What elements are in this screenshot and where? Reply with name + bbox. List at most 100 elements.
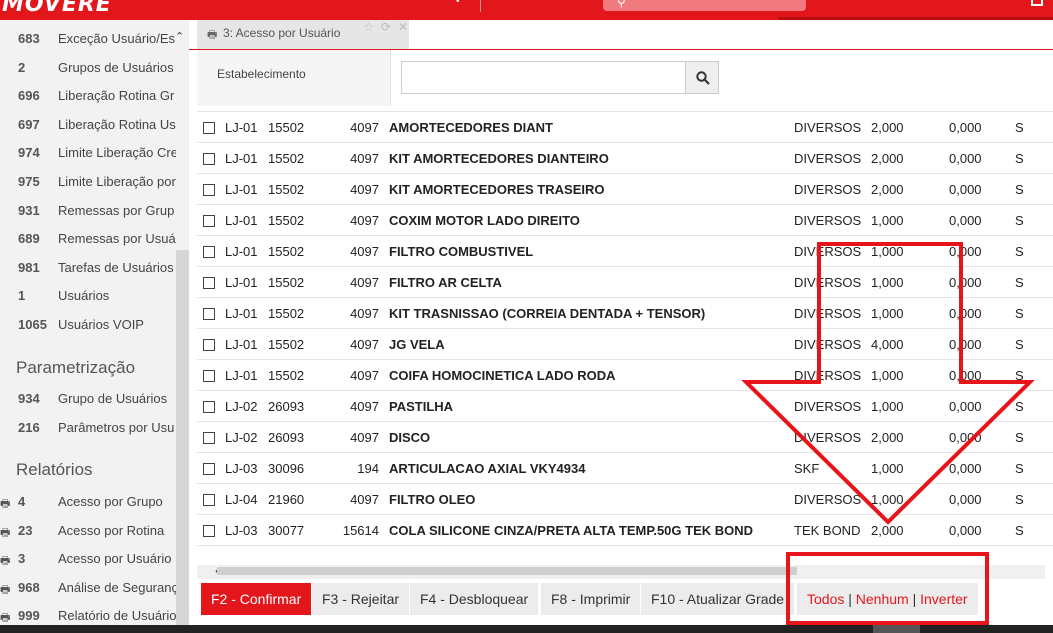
row-store: LJ-03 xyxy=(225,461,258,476)
row-code: 30077 xyxy=(268,523,305,538)
row-group: DIVERSOS xyxy=(794,430,862,445)
sidebar-item-label: Liberação Rotina Gr xyxy=(58,88,175,103)
print-icon: 🖶 xyxy=(0,498,11,510)
row-quantity-2: 0,000 xyxy=(949,120,982,135)
row-code: 15502 xyxy=(268,368,305,383)
table-row[interactable]: LJ-01 15502 4097 KIT TRASNISSAO (CORREIA DE… xyxy=(197,298,1053,329)
row-store: LJ-01 xyxy=(225,244,258,259)
sidebar-item[interactable]: 🖶 4 Acesso por Grupo xyxy=(0,494,176,522)
row-checkbox[interactable] xyxy=(203,494,215,506)
row-status: S xyxy=(1015,213,1024,228)
table-row[interactable]: LJ-01 15502 4097 FILTRO COMBUSTIVEL DIVERSOS… xyxy=(197,236,1053,267)
sidebar-item[interactable]: 🖶 3 Acesso por Usuário xyxy=(0,551,176,579)
sidebar-item[interactable]: 216 Parâmetros por Usu xyxy=(0,420,176,448)
select-none-link[interactable]: Nenhum xyxy=(856,591,909,607)
app-logo[interactable]: MOVERE xyxy=(2,0,112,17)
refresh-grid-button[interactable]: F10 - Atualizar Grade xyxy=(641,583,795,615)
row-group: DIVERSOS xyxy=(794,337,862,352)
sidebar-item-label: Liberação Rotina Us xyxy=(58,117,176,132)
unlock-button[interactable]: F4 - Desbloquear xyxy=(410,583,539,615)
sidebar-scrollbar[interactable] xyxy=(176,250,189,633)
row-status: S xyxy=(1015,182,1024,197)
sidebar-item[interactable]: 1 Usuários xyxy=(0,288,176,316)
row-checkbox[interactable] xyxy=(203,339,215,351)
sidebar-item-label: Relatório de Usuário xyxy=(58,608,176,623)
row-group: DIVERSOS xyxy=(794,244,862,259)
tab-label: 3: Acesso por Usuário xyxy=(223,26,341,40)
sidebar-item[interactable]: 🖶 23 Acesso por Rotina xyxy=(0,523,176,551)
row-quantity-2: 0,000 xyxy=(949,275,982,290)
row-checkbox[interactable] xyxy=(203,277,215,289)
refresh-icon[interactable]: ⟳ xyxy=(381,20,391,34)
global-search-input[interactable]: ⚲ xyxy=(603,0,806,11)
sidebar-item[interactable]: 697 Liberação Rotina Us xyxy=(0,117,176,145)
table-row[interactable]: LJ-01 15502 4097 KIT AMORTECEDORES TRASEIRO… xyxy=(197,174,1053,205)
sidebar-item[interactable]: 1065 Usuários VOIP xyxy=(0,317,176,345)
row-status: S xyxy=(1015,492,1024,507)
row-checkbox[interactable] xyxy=(203,122,215,134)
table-row[interactable]: LJ-02 26093 4097 PASTILHA DIVERSOS 1,000 0,000… xyxy=(197,391,1053,422)
row-checkbox[interactable] xyxy=(203,184,215,196)
row-checkbox[interactable] xyxy=(203,246,215,258)
sidebar-item[interactable]: 2 Grupos de Usuários xyxy=(0,60,176,88)
row-quantity-2: 0,000 xyxy=(949,430,982,445)
row-quantity-2: 0,000 xyxy=(949,492,982,507)
sidebar-item-label: Limite Liberação por xyxy=(58,174,176,189)
invert-selection-link[interactable]: Inverter xyxy=(920,591,967,607)
row-code: 15502 xyxy=(268,151,305,166)
row-group: DIVERSOS xyxy=(794,182,862,197)
sidebar-item[interactable]: 689 Remessas por Usuá xyxy=(0,231,176,259)
table-row[interactable]: LJ-04 21960 4097 FILTRO OLEO DIVERSOS 1,000 0,… xyxy=(197,484,1053,515)
close-icon[interactable]: ✕ xyxy=(398,20,408,34)
confirm-button[interactable]: F2 - Confirmar xyxy=(201,583,312,615)
sidebar-item[interactable]: 683 Exceção Usuário/Es xyxy=(0,31,176,59)
search-button[interactable] xyxy=(685,61,719,94)
window-icon[interactable] xyxy=(1031,0,1043,6)
sidebar-item[interactable]: 981 Tarefas de Usuários xyxy=(0,260,176,288)
sidebar-item[interactable]: 974 Limite Liberação Cre xyxy=(0,145,176,173)
tab-acesso-por-usuario[interactable]: 🖶 3: Acesso por Usuário ☆ ⟳ ✕ xyxy=(197,20,409,49)
table-row[interactable]: LJ-03 30077 15614 COLA SILICONE CINZA/PRETA… xyxy=(197,515,1053,546)
select-all-link[interactable]: Todos xyxy=(807,591,844,607)
sidebar-item[interactable]: 934 Grupo de Usuários xyxy=(0,391,176,419)
sidebar-item-label: Grupos de Usuários xyxy=(58,60,174,75)
table-row[interactable]: LJ-02 26093 4097 DISCO DIVERSOS 2,000 0,000 S xyxy=(197,422,1053,453)
row-quantity: 1,000 xyxy=(871,275,904,290)
sidebar-item[interactable]: 931 Remessas por Grup xyxy=(0,203,176,231)
row-store: LJ-01 xyxy=(225,182,258,197)
row-checkbox[interactable] xyxy=(203,215,215,227)
establishment-input[interactable] xyxy=(401,61,686,94)
row-checkbox[interactable] xyxy=(203,308,215,320)
row-status: S xyxy=(1015,461,1024,476)
row-quantity: 2,000 xyxy=(871,151,904,166)
table-row[interactable]: LJ-01 15502 4097 KIT AMORTECEDORES DIANTEIR… xyxy=(197,143,1053,174)
table-row[interactable]: LJ-01 15502 4097 COXIM MOTOR LADO DIREITO DI… xyxy=(197,205,1053,236)
row-status: S xyxy=(1015,337,1024,352)
table-row[interactable]: LJ-01 15502 4097 COIFA HOMOCINETICA LADO RO… xyxy=(197,360,1053,391)
reject-button[interactable]: F3 - Rejeitar xyxy=(312,583,410,615)
row-checkbox[interactable] xyxy=(203,153,215,165)
table-row[interactable]: LJ-01 15502 4097 AMORTECEDORES DIANT DIVERSO… xyxy=(197,112,1053,143)
row-checkbox[interactable] xyxy=(203,370,215,382)
chevron-up-icon[interactable]: ⌃ xyxy=(175,30,184,43)
scrollbar-thumb[interactable] xyxy=(217,567,797,575)
sidebar-item[interactable]: 🖶 968 Análise de Seguranç xyxy=(0,580,176,608)
star-icon[interactable]: ☆ xyxy=(363,20,374,34)
sidebar-item[interactable]: 696 Liberação Rotina Gr xyxy=(0,88,176,116)
print-button[interactable]: F8 - Imprimir xyxy=(541,583,641,615)
row-checkbox[interactable] xyxy=(203,463,215,475)
sidebar-item-label: Acesso por Usuário xyxy=(58,551,172,566)
row-checkbox[interactable] xyxy=(203,401,215,413)
row-quantity: 1,000 xyxy=(871,399,904,414)
sidebar-item[interactable]: 975 Limite Liberação por xyxy=(0,174,176,202)
horizontal-scrollbar[interactable]: ‹ xyxy=(197,562,1045,579)
row-code: 21960 xyxy=(268,492,305,507)
row-checkbox[interactable] xyxy=(203,525,215,537)
row-description: FILTRO AR CELTA xyxy=(389,275,502,290)
row-checkbox[interactable] xyxy=(203,432,215,444)
table-row[interactable]: LJ-03 30096 194 ARTICULACAO AXIAL VKY4934 SK… xyxy=(197,453,1053,484)
table-row[interactable]: LJ-01 15502 4097 JG VELA DIVERSOS 4,000 0,000 S xyxy=(197,329,1053,360)
table-row[interactable]: LJ-01 15502 4097 FILTRO AR CELTA DIVERSOS 1,0… xyxy=(197,267,1053,298)
sidebar-item-num: 2 xyxy=(18,60,26,75)
row-description: KIT TRASNISSAO (CORREIA DENTADA + TENSOR… xyxy=(389,306,706,321)
